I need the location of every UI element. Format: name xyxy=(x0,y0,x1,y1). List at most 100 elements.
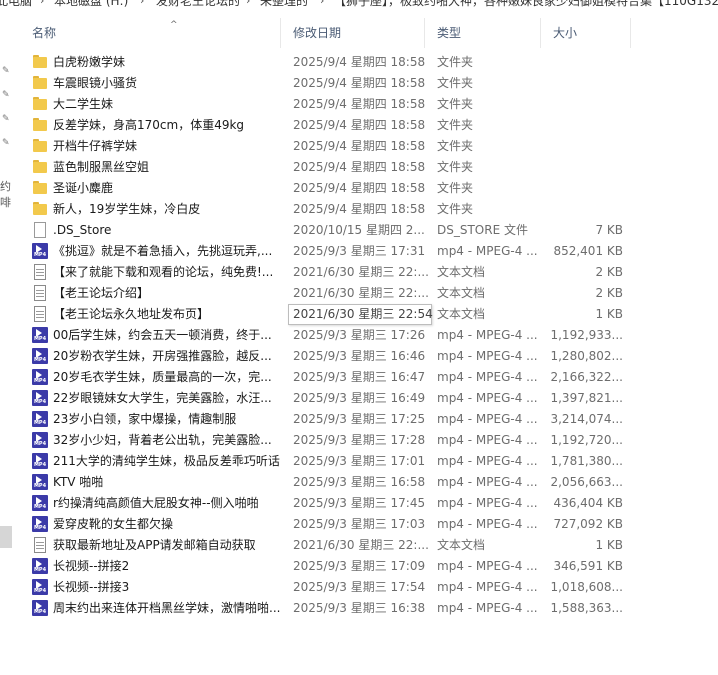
file-type: 文件夹 xyxy=(437,181,474,195)
text-file-icon xyxy=(32,285,48,301)
file-type: 文件夹 xyxy=(437,97,474,111)
breadcrumb-item[interactable]: 本地磁盘 (H:) xyxy=(54,0,128,9)
file-row[interactable]: MP4 r约操清纯高颜值大屁股女神--侧入啪啪 2025/9/3 星期三 17:45… xyxy=(20,493,640,514)
file-size: 1,781,380... xyxy=(550,454,623,468)
column-header-name[interactable]: 名称 xyxy=(20,18,281,48)
file-name: 车震眼镜小骚货 xyxy=(53,76,138,90)
mp4-icon-label: MP4 xyxy=(33,567,47,573)
pin-icon: ✎ xyxy=(2,114,10,124)
file-date: 2020/10/15 星期四 2... xyxy=(293,223,425,237)
file-type: mp4 - MPEG-4 ... xyxy=(437,391,538,405)
file-name: 爱穿皮靴的女生都欠操 xyxy=(53,517,174,531)
file-row[interactable]: MP4 22岁眼镜妹女大学生，完美露脸，水汪... 2025/9/3 星期三 16:… xyxy=(20,388,640,409)
chevron-right-icon: › xyxy=(40,0,45,7)
file-row[interactable]: MP4 20岁毛衣学生妹，质量最高的一次，完... 2025/9/3 星期三 16:… xyxy=(20,367,640,388)
file-type: 文本文档 xyxy=(437,265,486,279)
mp4-icon-label: MP4 xyxy=(33,399,47,405)
file-row[interactable]: 白虎粉嫩学妹 2025/9/4 星期四 18:58 文件夹 xyxy=(20,52,640,73)
breadcrumb-item[interactable]: 未整理的 xyxy=(260,0,308,9)
file-date: 2025/9/3 星期三 16:47 xyxy=(293,370,426,384)
file-size xyxy=(550,52,623,73)
file-type: mp4 - MPEG-4 ... xyxy=(437,601,538,615)
file-size: 2,166,322... xyxy=(550,370,623,384)
file-type: 文件夹 xyxy=(437,55,474,69)
file-row[interactable]: MP4 KTV 啪啪 2025/9/3 星期三 16:58 mp4 - MPEG-4 … xyxy=(20,472,640,493)
file-size: 436,404 KB xyxy=(553,496,623,510)
file-size: 852,401 KB xyxy=(553,244,623,258)
breadcrumb: 此电脑 › 本地磁盘 (H:) › 发财老王论坛的 › 未整理的 › 【狮子座】… xyxy=(0,0,718,18)
file-name: 22岁眼镜妹女大学生，完美露脸，水汪... xyxy=(53,391,272,405)
file-size xyxy=(550,115,623,136)
folder-icon xyxy=(32,96,48,112)
column-header-type[interactable]: 类型 xyxy=(425,18,541,48)
file-name: 23岁小白领，家中爆操，情趣制服 xyxy=(53,412,237,426)
breadcrumb-item[interactable]: 发财老王论坛的 xyxy=(156,0,240,9)
file-size xyxy=(550,73,623,94)
file-type: 文本文档 xyxy=(437,286,486,300)
file-row[interactable]: 【老王论坛介绍】 2021/6/30 星期三 22:... 文本文档 2 KB xyxy=(20,283,640,304)
mp4-icon: MP4 xyxy=(32,432,48,448)
file-row[interactable]: .DS_Store 2020/10/15 星期四 2... DS_STORE 文件 7… xyxy=(20,220,640,241)
file-date: 2025/9/3 星期三 16:46 xyxy=(293,349,426,363)
file-row[interactable]: MP4 211大学的清纯学生妹，极品反差乖巧听话 2025/9/3 星期三 17:0… xyxy=(20,451,640,472)
file-type: mp4 - MPEG-4 ... xyxy=(437,517,538,531)
chevron-right-icon: › xyxy=(140,0,145,7)
breadcrumb-item[interactable]: 【狮子座】，极致约啪大神，各种嫩妹良家少妇御姐模特合集【110G132 xyxy=(334,0,718,9)
mp4-icon: MP4 xyxy=(32,558,48,574)
file-row[interactable]: 大二学生妹 2025/9/4 星期四 18:58 文件夹 xyxy=(20,94,640,115)
file-size: 2 KB xyxy=(595,286,623,300)
text-file-icon xyxy=(32,537,48,553)
column-header-date[interactable]: 修改日期 xyxy=(281,18,425,48)
file-row[interactable]: 车震眼镜小骚货 2025/9/4 星期四 18:58 文件夹 xyxy=(20,73,640,94)
file-row[interactable]: 圣诞小麋鹿 2025/9/4 星期四 18:58 文件夹 xyxy=(20,178,640,199)
file-row[interactable]: MP4 长视频--拼接3 2025/9/3 星期三 17:54 mp4 - MPEG-… xyxy=(20,577,640,598)
scrollbar-thumb[interactable] xyxy=(0,526,12,548)
file-type: 文件夹 xyxy=(437,202,474,216)
pin-icon: ✎ xyxy=(2,90,10,100)
file-date: 2025/9/4 星期四 18:58 xyxy=(293,76,426,90)
folder-icon xyxy=(32,180,48,196)
file-date: 2025/9/3 星期三 17:25 xyxy=(293,412,426,426)
file-row[interactable]: 新人，19岁学生妹，冷白皮 2025/9/4 星期四 18:58 文件夹 xyxy=(20,199,640,220)
file-date: 2025/9/4 星期四 18:58 xyxy=(293,139,426,153)
date-tooltip: 2021/6/30 星期三 22:54 xyxy=(288,304,433,325)
file-name: 211大学的清纯学生妹，极品反差乖巧听话 xyxy=(53,454,280,468)
file-type: mp4 - MPEG-4 ... xyxy=(437,349,538,363)
file-type: mp4 - MPEG-4 ... xyxy=(437,454,538,468)
file-row[interactable]: MP4 00后学生妹，约会五天一顿消费，终于... 2025/9/3 星期三 17:… xyxy=(20,325,640,346)
column-header-size[interactable]: 大小 xyxy=(541,18,631,48)
file-size: 1 KB xyxy=(595,307,623,321)
mp4-icon-label: MP4 xyxy=(33,336,47,342)
file-row[interactable]: 【来了就能下载和观看的论坛，纯免费!... 2021/6/30 星期三 22:..… xyxy=(20,262,640,283)
file-date: 2025/9/4 星期四 18:58 xyxy=(293,97,426,111)
file-row[interactable]: 开档牛仔裤学妹 2025/9/4 星期四 18:58 文件夹 xyxy=(20,136,640,157)
file-date: 2025/9/3 星期三 17:03 xyxy=(293,517,426,531)
file-row[interactable]: MP4 23岁小白领，家中爆操，情趣制服 2025/9/3 星期三 17:25 mp4… xyxy=(20,409,640,430)
file-size: 1,192,720... xyxy=(550,433,623,447)
file-row[interactable]: 获取最新地址及APP请发邮箱自动获取 2021/6/30 星期三 22:... 文本… xyxy=(20,535,640,556)
folder-icon xyxy=(32,117,48,133)
file-row[interactable]: MP4 《挑逗》就是不着急插入，先挑逗玩弄,... 2025/9/3 星期三 17:… xyxy=(20,241,640,262)
file-date: 2025/9/4 星期四 18:58 xyxy=(293,181,426,195)
file-row[interactable]: MP4 20岁粉衣学生妹，开房强推露脸，越反... 2025/9/3 星期三 16:… xyxy=(20,346,640,367)
file-row[interactable]: MP4 爱穿皮靴的女生都欠操 2025/9/3 星期三 17:03 mp4 - MPE… xyxy=(20,514,640,535)
mp4-icon: MP4 xyxy=(32,369,48,385)
file-size: 2 KB xyxy=(595,265,623,279)
file-date: 2025/9/3 星期三 17:26 xyxy=(293,328,426,342)
file-row[interactable]: MP4 32岁小少妇，背着老公出轨，完美露脸... 2025/9/3 星期三 17:… xyxy=(20,430,640,451)
file-type: mp4 - MPEG-4 ... xyxy=(437,475,538,489)
mp4-icon: MP4 xyxy=(32,600,48,616)
file-size: 1,280,802... xyxy=(550,349,623,363)
file-size: 1,397,821... xyxy=(550,391,623,405)
file-name: 新人，19岁学生妹，冷白皮 xyxy=(53,202,201,216)
file-type: mp4 - MPEG-4 ... xyxy=(437,412,538,426)
file-type: mp4 - MPEG-4 ... xyxy=(437,496,538,510)
mp4-icon: MP4 xyxy=(32,390,48,406)
mp4-icon-label: MP4 xyxy=(33,252,47,258)
breadcrumb-item[interactable]: 此电脑 xyxy=(0,0,32,9)
mp4-icon-label: MP4 xyxy=(33,609,47,615)
file-row[interactable]: MP4 周末约出来连体开档黑丝学妹，激情啪啪... 2025/9/3 星期三 16:… xyxy=(20,598,640,619)
file-row[interactable]: 反差学妹，身高170cm，体重49kg 2025/9/4 星期四 18:58 文件夹 xyxy=(20,115,640,136)
file-row[interactable]: 蓝色制服黑丝空姐 2025/9/4 星期四 18:58 文件夹 xyxy=(20,157,640,178)
file-row[interactable]: MP4 长视频--拼接2 2025/9/3 星期三 17:09 mp4 - MPEG-… xyxy=(20,556,640,577)
